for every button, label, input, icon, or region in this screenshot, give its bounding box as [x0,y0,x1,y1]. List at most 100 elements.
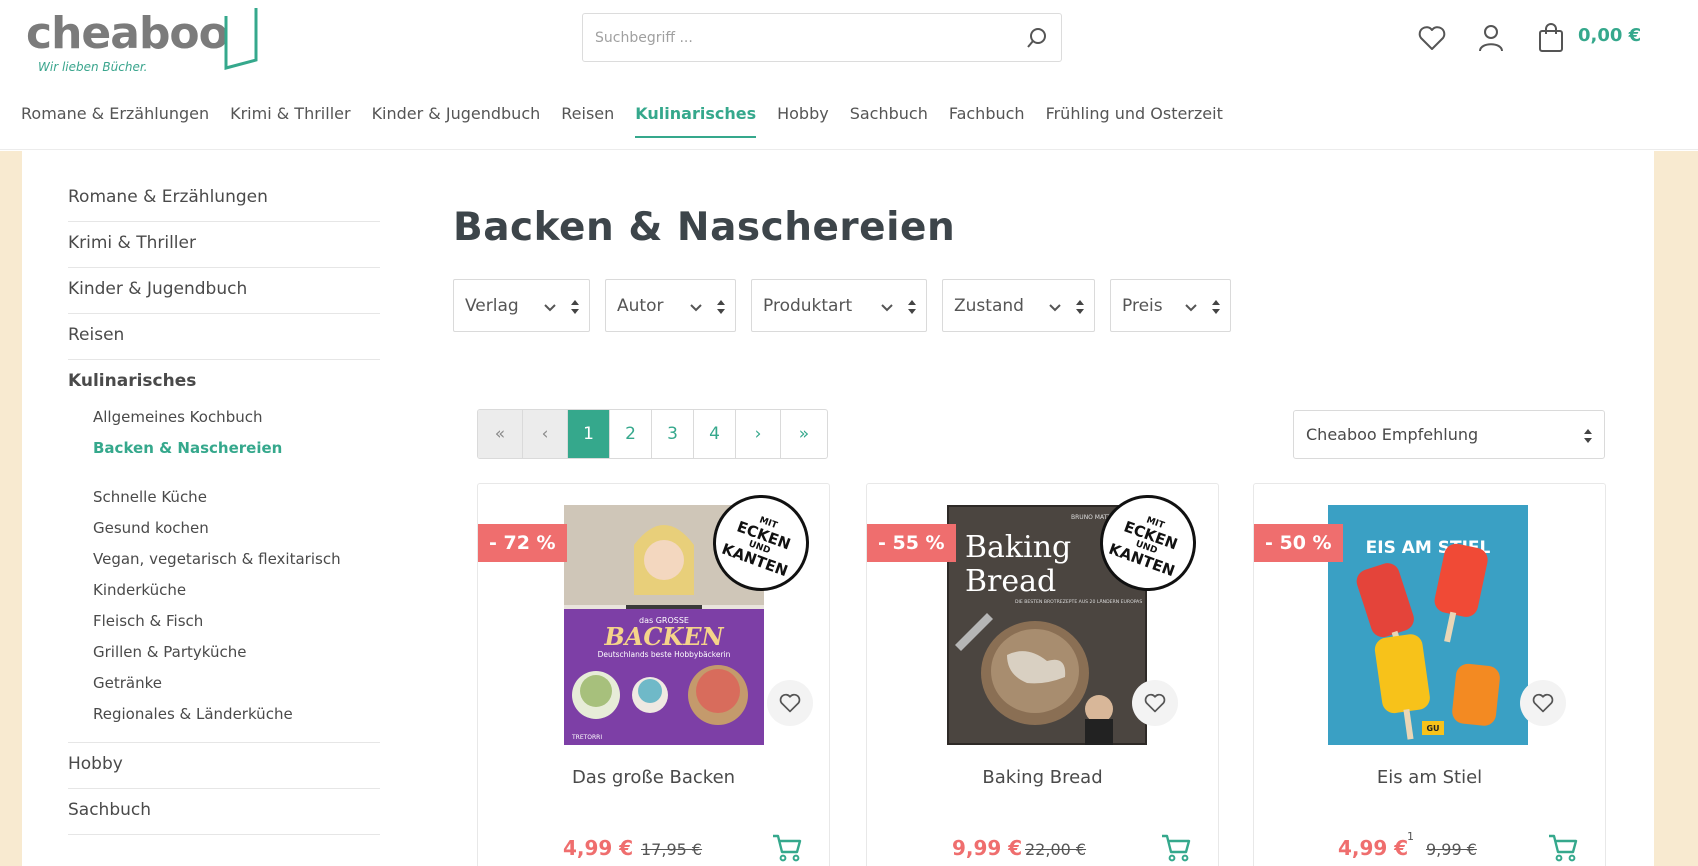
sidebar-item-kulinarisches[interactable]: Kulinarisches [68,360,380,396]
sidebar-subitem-backen[interactable]: Backen & Naschereien [93,433,380,464]
add-to-wishlist-button[interactable] [1132,680,1178,726]
pagination-prev[interactable]: ‹ [523,410,568,458]
filter-label: Preis [1122,295,1163,316]
filter-produktart[interactable]: Produktart [751,279,927,332]
product-price: 4,99 € [1338,836,1409,860]
cover-publisher: TRETORRI [571,734,602,741]
discount-badge: - 72 % [478,524,567,562]
logo-tagline: Wir lieben Bücher. [38,60,148,74]
filter-autor[interactable]: Autor [605,279,736,332]
product-card[interactable]: EIS AM STIEL GU - 50 % Eis am Stiel 4,99… [1253,483,1606,866]
heart-icon [1532,693,1554,713]
nav-item-hobby[interactable]: Hobby [777,104,829,138]
sidebar-subitem-getraenke[interactable]: Getränke [93,668,380,699]
pagination-last[interactable]: » [781,410,827,458]
filter-verlag[interactable]: Verlag [453,279,590,332]
add-to-cart-icon[interactable] [1547,832,1579,864]
site-header: cheaboo Wir lieben Bücher. 0,00 € [0,0,1698,150]
nav-item-fachbuch[interactable]: Fachbuch [949,104,1025,138]
chevron-down-icon [881,304,893,312]
nav-item-reisen[interactable]: Reisen [561,104,614,138]
sort-arrows-icon [717,300,725,314]
add-to-wishlist-button[interactable] [767,680,813,726]
sidebar-item-reisen[interactable]: Reisen [68,314,380,360]
cart-button[interactable] [1535,22,1567,54]
product-price: 9,99 € [952,836,1023,860]
logo[interactable]: cheaboo Wir lieben Bücher. [26,6,258,76]
sidebar-item-krimi[interactable]: Krimi & Thriller [68,222,380,268]
nav-item-sachbuch[interactable]: Sachbuch [850,104,928,138]
filter-label: Autor [617,295,664,316]
cart-total[interactable]: 0,00 € [1578,25,1641,46]
pagination-page-3[interactable]: 3 [652,410,694,458]
heart-icon [779,693,801,713]
account-button[interactable] [1475,22,1507,54]
sidebar-subcategory-list: Allgemeines Kochbuch Backen & Naschereie… [68,396,380,743]
product-title[interactable]: Das große Backen [478,767,829,788]
add-to-cart-icon[interactable] [771,832,803,864]
search-icon [1027,28,1046,48]
sidebar-subitem-vegan[interactable]: Vegan, vegetarisch & flexitarisch [93,544,380,575]
filter-zustand[interactable]: Zustand [942,279,1095,332]
decorative-background-right [1654,151,1698,866]
pagination-page-2[interactable]: 2 [610,410,652,458]
book-icon [224,8,258,70]
sidebar-subitem-kinderkueche[interactable]: Kinderküche [93,575,380,606]
sidebar-subitem-gesund-kochen[interactable]: Gesund kochen [93,513,380,544]
product-card[interactable]: das GROSSE BACKEN Deutschlands beste Hob… [477,481,830,866]
cover-sub-text: Deutschlands beste Hobbybäckerin [598,650,731,659]
sidebar-subitem-regionales[interactable]: Regionales & Länderküche [93,699,380,730]
main-navigation: Romane & Erzählungen Krimi & Thriller Ki… [0,104,1223,144]
sidebar-subitem-grillen[interactable]: Grillen & Partyküche [93,637,380,668]
sidebar-subitem-schnelle-kueche[interactable]: Schnelle Küche [93,482,380,513]
heart-icon [1144,693,1166,713]
product-title[interactable]: Baking Bread [867,767,1218,788]
sort-arrows-icon [1584,429,1592,443]
sidebar-item-sachbuch[interactable]: Sachbuch [68,789,380,835]
heart-icon [1418,26,1446,50]
cover-main-text: BACKEN [603,622,724,651]
chevron-down-icon [1185,304,1197,312]
sidebar-item-kinder[interactable]: Kinder & Jugendbuch [68,268,380,314]
product-cover-image[interactable]: EIS AM STIEL GU [1328,505,1528,745]
discount-badge: - 55 % [867,524,956,562]
chevron-down-icon [544,304,556,312]
pagination-first[interactable]: « [478,410,523,458]
product-price: 4,99 € [563,836,634,860]
discount-badge: - 50 % [1254,524,1343,562]
pagination-page-1[interactable]: 1 [568,410,610,458]
search-button[interactable] [1021,22,1053,54]
filter-label: Zustand [954,295,1024,316]
sort-arrows-icon [908,300,916,314]
cover-sub-text: DIE BESTEN BROTREZEPTE AUS 20 LÄNDERN EU… [1015,598,1142,605]
sidebar-item-romane[interactable]: Romane & Erzählungen [68,176,380,222]
page-title: Backen & Naschereien [453,205,956,250]
filter-label: Verlag [465,295,519,316]
sidebar-subitem-fleisch-fisch[interactable]: Fleisch & Fisch [93,606,380,637]
product-old-price: 17,95 € [641,840,703,859]
category-sidebar: Romane & Erzählungen Krimi & Thriller Ki… [68,176,380,835]
sort-select[interactable]: Cheaboo Empfehlung [1293,410,1605,459]
nav-item-romane[interactable]: Romane & Erzählungen [21,104,209,138]
sidebar-subitem-allgemeines-kochbuch[interactable]: Allgemeines Kochbuch [93,402,380,433]
price-footnote: 1 [1407,830,1414,843]
cover-publisher: GU [1426,724,1439,733]
search-bar [582,13,1062,62]
product-card[interactable]: BRUNO MATTHES Baking Bread DIE BESTEN BR… [866,481,1219,866]
nav-item-fruehling[interactable]: Frühling und Osterzeit [1046,104,1223,138]
pagination-page-4[interactable]: 4 [694,410,736,458]
filter-preis[interactable]: Preis [1110,279,1231,332]
product-title[interactable]: Eis am Stiel [1254,767,1605,788]
chevron-down-icon [690,304,702,312]
add-to-wishlist-button[interactable] [1520,680,1566,726]
nav-item-kinder[interactable]: Kinder & Jugendbuch [372,104,541,138]
wishlist-button[interactable] [1416,22,1448,54]
add-to-cart-icon[interactable] [1160,832,1192,864]
user-icon [1479,25,1503,52]
sort-arrows-icon [1212,300,1220,314]
pagination-next[interactable]: › [736,410,781,458]
nav-item-kulinarisches[interactable]: Kulinarisches [635,104,757,138]
search-input[interactable] [583,14,1003,61]
nav-item-krimi[interactable]: Krimi & Thriller [230,104,350,138]
sidebar-item-hobby[interactable]: Hobby [68,743,380,789]
